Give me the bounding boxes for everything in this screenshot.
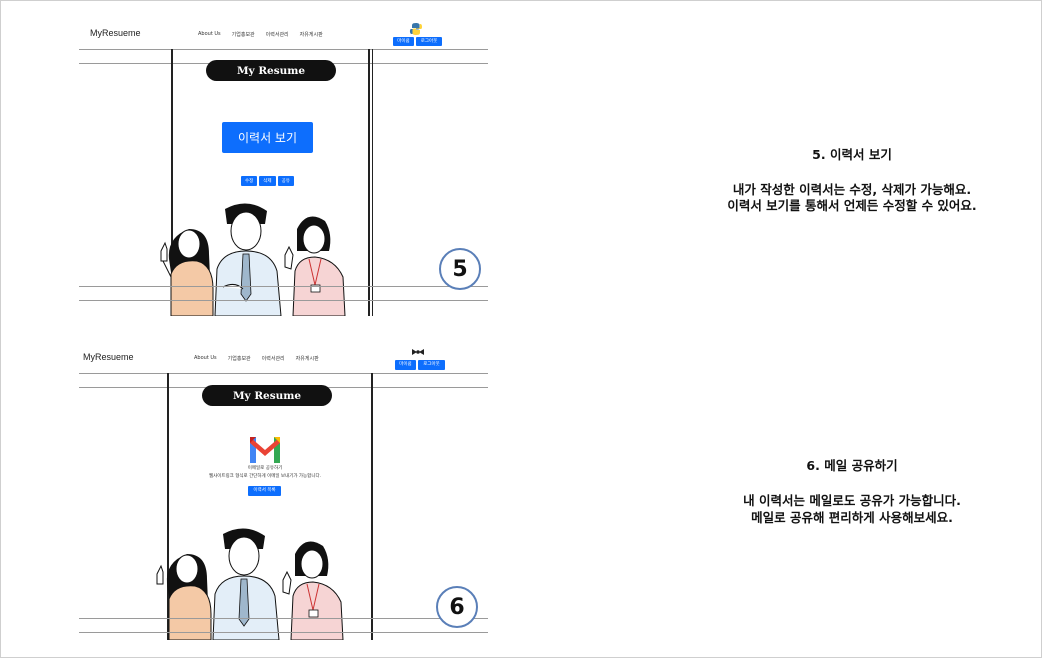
divider-top-1 <box>79 49 488 50</box>
people-illustration <box>160 203 346 316</box>
view-resume-button[interactable]: 이력서 보기 <box>222 122 313 153</box>
divider-bottom-2 <box>79 300 488 301</box>
divider-bottom-1 <box>79 618 488 619</box>
resume-actions: 수정 삭제 공유 <box>241 176 294 186</box>
share-button[interactable]: 공유 <box>277 176 294 186</box>
logout-button[interactable]: 로그아웃 <box>416 37 442 46</box>
python-logo-icon <box>409 23 423 35</box>
logout-button[interactable]: 로그아웃 <box>418 360 445 370</box>
mail-share-desc: 웹사이트링크 형식로 간단하게 이메일 보내기가 가능합니다. <box>208 474 322 479</box>
bow-icon <box>412 349 424 355</box>
step-badge: 5 <box>439 248 481 290</box>
nav-bar: About Us 기업홍보관 이력서관리 자유게시판 <box>194 355 319 362</box>
site-logo[interactable]: MyResueme <box>83 352 134 362</box>
nav-board[interactable]: 자유게시판 <box>296 355 319 362</box>
nav-about-us[interactable]: About Us <box>194 355 217 362</box>
step-badge: 6 <box>436 586 478 628</box>
gmail-icon[interactable] <box>248 433 282 463</box>
mail-share-title: 이메일로 공유하기 <box>247 466 283 471</box>
nav-resume-manage[interactable]: 이력서관리 <box>266 31 289 38</box>
mypage-button[interactable]: 마이쉽 <box>393 37 414 46</box>
caption-title: 6. 메일 공유하기 <box>806 458 898 473</box>
caption-line: 메일로 공유해 편리하게 사용해보세요. <box>751 510 953 525</box>
mypage-button[interactable]: 마이쉽 <box>395 360 416 370</box>
divider-bottom-1 <box>79 286 488 287</box>
resume-list-button[interactable]: 이력서 목록 <box>248 486 281 496</box>
screenshot-panel-resume-view: MyResueme About Us 기업홍보관 이력서관리 자유게시판 마이쉽… <box>79 16 488 316</box>
divider-top-1 <box>79 373 488 374</box>
banner-title: My Resume <box>202 385 332 406</box>
delete-button[interactable]: 삭제 <box>259 176 276 186</box>
site-logo[interactable]: MyResueme <box>90 28 141 38</box>
nav-company[interactable]: 기업홍보관 <box>228 355 251 362</box>
nav-board[interactable]: 자유게시판 <box>300 31 323 38</box>
nav-about-us[interactable]: About Us <box>198 31 221 38</box>
people-illustration <box>156 528 344 640</box>
nav-bar: About Us 기업홍보관 이력서관리 자유게시판 <box>198 31 323 38</box>
caption-title: 5. 이력서 보기 <box>812 147 892 162</box>
caption-line: 내 이력서는 메일로도 공유가 가능합니다. <box>743 493 961 508</box>
edit-button[interactable]: 수정 <box>241 176 258 186</box>
divider-bottom-2 <box>79 632 488 633</box>
caption-line: 내가 작성한 이력서는 수정, 삭제가 가능해요. <box>732 182 972 197</box>
screenshot-panel-mail-share: MyResueme About Us 기업홍보관 이력서관리 자유게시판 마이쉽… <box>79 340 488 640</box>
nav-resume-manage[interactable]: 이력서관리 <box>262 355 285 362</box>
nav-company[interactable]: 기업홍보관 <box>232 31 255 38</box>
caption-line: 이력서 보기를 통해서 언제든 수정할 수 있어요. <box>727 198 977 213</box>
banner-title: My Resume <box>206 60 336 81</box>
